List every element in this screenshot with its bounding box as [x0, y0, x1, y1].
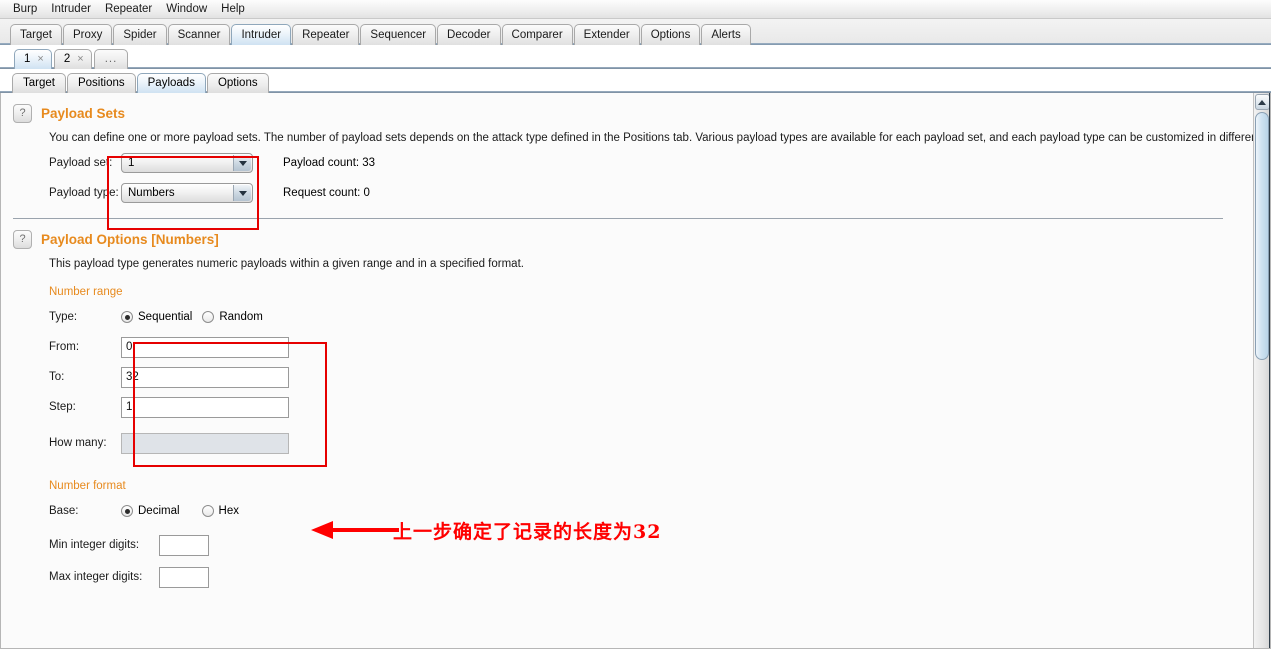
base-radio-group: Decimal Hex [121, 505, 239, 517]
subtab-options[interactable]: Options [206, 73, 269, 93]
attack-tab-bar: 1 × 2 × ... [0, 45, 1271, 69]
tab-spider[interactable]: Spider [113, 24, 167, 45]
payload-sets-header: ? Payload Sets [1, 93, 1253, 123]
radio-hex[interactable]: Hex [201, 505, 239, 517]
step-input[interactable] [121, 396, 289, 418]
radio-selected-icon[interactable] [121, 505, 133, 517]
to-label: To: [49, 371, 65, 383]
tab-comparer[interactable]: Comparer [501, 24, 573, 45]
attack-tab-more[interactable]: ... [93, 49, 129, 69]
payload-set-label: Payload set: [49, 157, 113, 169]
payload-type-select[interactable]: Numbers [121, 183, 253, 203]
menu-item-burp[interactable]: Burp [6, 2, 44, 17]
max-digits-row: Max integer digits: [1, 566, 1253, 588]
payload-set-row: Payload set: 1 Payload count: 33 [1, 152, 1253, 174]
tab-sequencer[interactable]: Sequencer [360, 24, 437, 45]
payload-sets-section: ? Payload Sets You can define one or mor… [1, 93, 1253, 219]
radio-random-label: Random [219, 311, 263, 323]
main-tab-bar: Target Proxy Spider Scanner Intruder Rep… [0, 19, 1271, 45]
tab-intruder[interactable]: Intruder [231, 24, 292, 45]
radio-random[interactable]: Random [202, 311, 263, 323]
scroll-up-button[interactable] [1254, 94, 1270, 110]
payload-sets-title: Payload Sets [41, 106, 126, 121]
radio-decimal[interactable]: Decimal [121, 505, 180, 517]
to-row: To: [1, 366, 1253, 388]
menu-bar: Burp Intruder Repeater Window Help [0, 0, 1271, 19]
payload-sets-description: You can define one or more payload sets.… [49, 132, 1253, 144]
vertical-scrollbar[interactable] [1253, 93, 1270, 648]
tab-decoder[interactable]: Decoder [437, 24, 501, 45]
radio-sequential[interactable]: Sequential [121, 311, 192, 323]
radio-decimal-label: Decimal [138, 505, 180, 517]
attack-tab-2[interactable]: 2 × [53, 49, 92, 69]
payload-set-value: 1 [128, 157, 135, 169]
payload-options-header: ? Payload Options [Numbers] [1, 219, 1253, 249]
menu-item-help[interactable]: Help [214, 2, 252, 17]
subtab-positions[interactable]: Positions [66, 73, 136, 93]
menu-item-intruder[interactable]: Intruder [44, 2, 98, 17]
type-row: Type: Sequential Random [1, 306, 1253, 328]
annotation-arrow [311, 521, 399, 539]
base-label: Base: [49, 505, 79, 517]
payloads-content: ? Payload Sets You can define one or mor… [1, 93, 1253, 648]
chevron-down-icon[interactable] [233, 155, 251, 171]
help-icon[interactable]: ? [13, 104, 32, 123]
how-many-input [121, 432, 289, 454]
radio-unselected-icon[interactable] [202, 311, 215, 323]
number-range-heading: Number range [49, 286, 123, 298]
max-digits-label: Max integer digits: [49, 571, 143, 583]
payload-options-title: Payload Options [Numbers] [41, 232, 219, 247]
close-icon[interactable]: × [77, 54, 83, 65]
number-format-heading: Number format [49, 480, 126, 492]
min-digits-input[interactable] [159, 534, 209, 556]
tab-extender[interactable]: Extender [573, 24, 640, 45]
payload-set-select[interactable]: 1 [121, 153, 253, 173]
request-count-label: Request count: 0 [283, 187, 370, 199]
payload-type-value: Numbers [128, 187, 175, 199]
menu-item-repeater[interactable]: Repeater [98, 2, 159, 17]
burp-suite-window: Burp Intruder Repeater Window Help Targe… [0, 0, 1271, 668]
subtab-payloads[interactable]: Payloads [136, 73, 206, 93]
tab-alerts[interactable]: Alerts [701, 24, 751, 45]
payload-type-row: Payload type: Numbers Request count: 0 [1, 182, 1253, 204]
payload-type-label: Payload type: [49, 187, 119, 199]
radio-sequential-label: Sequential [138, 311, 193, 323]
subtab-target[interactable]: Target [12, 73, 66, 93]
attack-tab-1[interactable]: 1 × [14, 49, 52, 69]
to-input[interactable] [121, 366, 289, 388]
attack-tab-1-label: 1 [24, 53, 31, 65]
tab-scanner[interactable]: Scanner [167, 24, 231, 45]
panel-right-edge [1269, 93, 1270, 648]
close-icon[interactable]: × [37, 54, 43, 65]
scrollbar-thumb[interactable] [1255, 112, 1269, 360]
payload-options-description: This payload type generates numeric payl… [49, 258, 524, 270]
attack-tab-2-label: 2 [63, 53, 71, 65]
annotation-text: 上一步确定了记录的长度为32 [393, 521, 662, 543]
step-row: Step: [1, 396, 1253, 418]
from-label: From: [49, 341, 80, 353]
how-many-label: How many: [49, 437, 107, 449]
intruder-sub-tab-bar: Target Positions Payloads Options [0, 69, 1271, 93]
type-label: Type: [49, 311, 78, 323]
tab-proxy[interactable]: Proxy [62, 24, 113, 45]
radio-unselected-icon[interactable] [201, 505, 214, 517]
payload-count-label: Payload count: 33 [283, 157, 376, 169]
radio-selected-icon[interactable] [121, 311, 133, 323]
menu-item-window[interactable]: Window [159, 2, 214, 17]
min-digits-label: Min integer digits: [49, 539, 140, 551]
tab-repeater[interactable]: Repeater [292, 24, 360, 45]
type-radio-group: Sequential Random [121, 311, 263, 323]
tab-target[interactable]: Target [10, 24, 62, 45]
tab-options[interactable]: Options [640, 24, 701, 45]
max-digits-input[interactable] [159, 566, 209, 588]
from-input[interactable] [121, 336, 289, 358]
chevron-down-icon[interactable] [233, 185, 251, 201]
from-row: From: [1, 336, 1253, 358]
step-label: Step: [49, 401, 76, 413]
help-icon[interactable]: ? [13, 230, 32, 249]
how-many-row: How many: [1, 432, 1253, 454]
payloads-panel: ? Payload Sets You can define one or mor… [0, 93, 1271, 649]
radio-hex-label: Hex [218, 505, 239, 517]
